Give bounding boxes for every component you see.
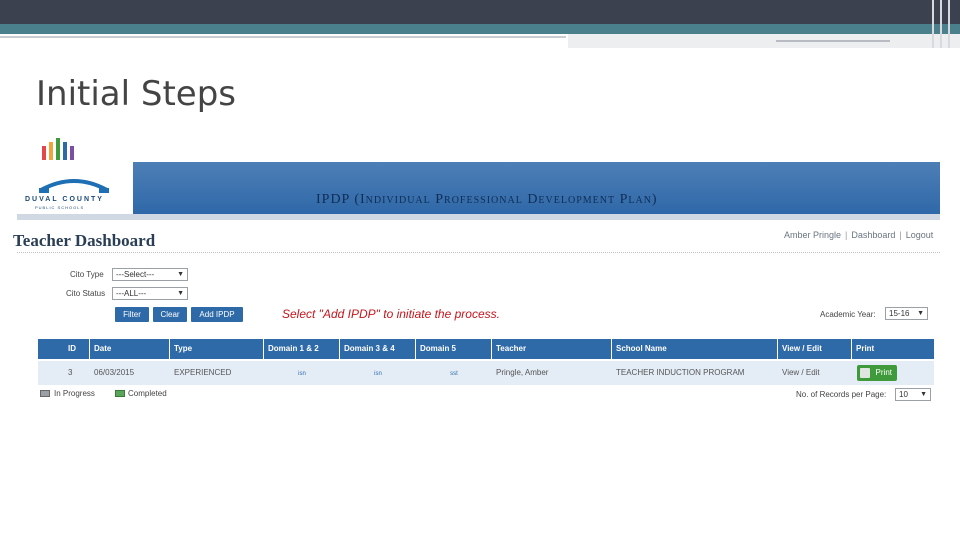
status-filter-label: Cito Status [66, 289, 106, 298]
cell-id: 3 [68, 368, 73, 377]
in-progress-icon [40, 390, 50, 397]
column-header[interactable]: Domain 5 [416, 339, 492, 359]
table-row: 3 06/03/2015 EXPERIENCED isn isn sst Pri… [38, 361, 934, 385]
column-header[interactable]: Domain 1 & 2 [264, 339, 340, 359]
logo-line2: PUBLIC SCHOOLS [35, 205, 85, 210]
column-header[interactable]: Type [170, 339, 264, 359]
cell-domain12[interactable]: isn [264, 361, 340, 385]
printer-icon [860, 368, 870, 378]
cell-domain34[interactable]: isn [340, 361, 416, 385]
type-filter-select[interactable]: ---Select--- ▼ [112, 268, 188, 281]
records-per-page-value: 10 [899, 390, 908, 399]
chevron-down-icon: ▼ [920, 391, 927, 398]
column-header[interactable]: ID [38, 339, 90, 359]
column-header[interactable]: Domain 3 & 4 [340, 339, 416, 359]
domain12-status: isn [298, 371, 306, 377]
dashboard-divider [17, 252, 940, 253]
cell-school: TEACHER INDUCTION PROGRAM [616, 368, 745, 377]
app-title: IPDP (Individual Professional Developmen… [316, 192, 658, 207]
academic-year-label: Academic Year: [820, 310, 876, 319]
column-header[interactable]: Teacher [492, 339, 612, 359]
legend-completed: Completed [128, 389, 167, 398]
slide-title: Initial Steps [36, 74, 237, 114]
slide-corner-decoration [930, 0, 960, 48]
slide-accent-bar [0, 24, 960, 34]
cell-teacher: Pringle, Amber [496, 368, 549, 377]
user-nav: Amber Pringle | Dashboard | Logout [784, 230, 933, 240]
slide-divider-left [0, 36, 566, 38]
dashboard-title: Teacher Dashboard [13, 231, 156, 250]
logo-line1: DUVAL COUNTY [25, 196, 104, 203]
domain34-status: isn [374, 371, 382, 377]
completed-icon [115, 390, 125, 397]
user-name-link[interactable]: Amber Pringle [784, 230, 841, 240]
records-per-page-select[interactable]: 10 ▼ [895, 388, 931, 401]
add-ipdp-button[interactable]: Add IPDP [191, 307, 243, 322]
column-header[interactable]: Print [852, 339, 934, 359]
cell-type: EXPERIENCED [174, 368, 232, 377]
type-filter-label: Cito Type [70, 270, 104, 279]
chevron-down-icon: ▼ [177, 290, 184, 297]
logout-link[interactable]: Logout [906, 230, 934, 240]
filter-button[interactable]: Filter [115, 307, 149, 322]
view-edit-link[interactable]: View / Edit [778, 361, 852, 385]
column-header[interactable]: Date [90, 339, 170, 359]
chevron-down-icon: ▼ [177, 271, 184, 278]
legend-in-progress: In Progress [54, 389, 95, 398]
academic-year-select[interactable]: 15-16 ▼ [885, 307, 928, 320]
slide-divider-accent [776, 40, 890, 42]
table-header: ID Date Type Domain 1 & 2 Domain 3 & 4 D… [38, 339, 934, 359]
cell-date: 06/03/2015 [94, 368, 135, 377]
slide-top-bar [0, 0, 960, 24]
status-filter-value: ---ALL--- [116, 289, 147, 298]
status-filter-select[interactable]: ---ALL--- ▼ [112, 287, 188, 300]
slide-divider-right [568, 34, 960, 48]
dashboard-link[interactable]: Dashboard [851, 230, 895, 240]
instruction-annotation: Select "Add IPDP" to initiate the proces… [282, 307, 500, 321]
cell-domain5[interactable]: sst [416, 361, 492, 385]
app-header-underline [17, 214, 940, 220]
clear-button[interactable]: Clear [153, 307, 187, 322]
nav-separator: | [899, 230, 902, 240]
column-header[interactable]: School Name [612, 339, 778, 359]
chevron-down-icon: ▼ [917, 310, 924, 317]
domain5-status: sst [450, 371, 458, 377]
print-button-label: Print [875, 368, 892, 377]
records-per-page-label: No. of Records per Page: [796, 390, 887, 399]
district-logo: DUVAL COUNTY PUBLIC SCHOOLS [17, 138, 131, 218]
academic-year-value: 15-16 [889, 309, 910, 318]
print-button[interactable]: Print [857, 365, 897, 381]
logo-bridge-icon [39, 179, 109, 193]
nav-separator: | [845, 230, 848, 240]
column-header[interactable]: View / Edit [778, 339, 852, 359]
type-filter-value: ---Select--- [116, 270, 155, 279]
